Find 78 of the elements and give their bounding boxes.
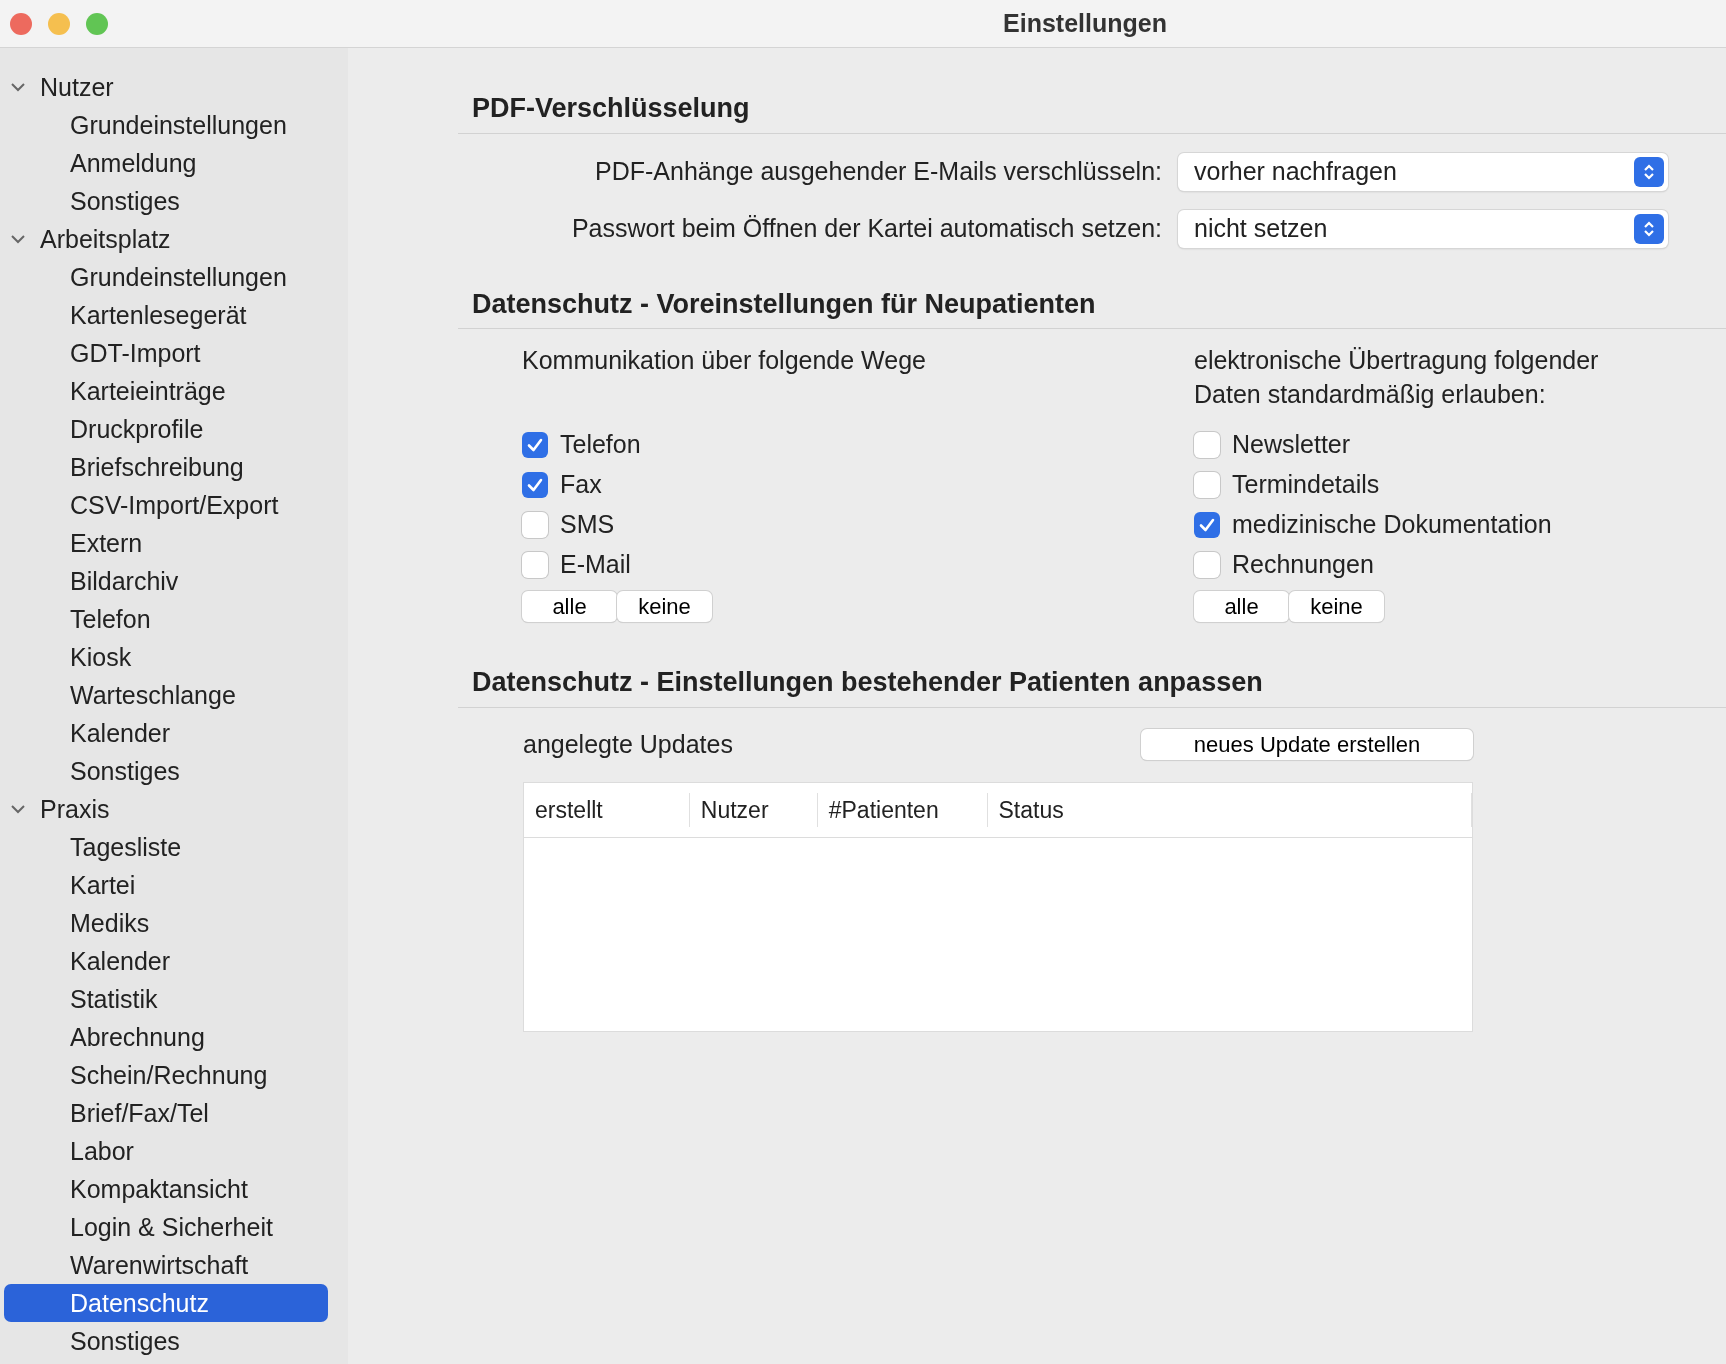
window-title: Einstellungen bbox=[1003, 8, 1167, 37]
checkbox[interactable] bbox=[522, 472, 548, 498]
section-heading: Datenschutz - Voreinstellungen für Neupatienten bbox=[458, 283, 1726, 329]
dropdown[interactable]: nicht setzen bbox=[1178, 210, 1668, 248]
sidebar-item[interactable]: Labor bbox=[4, 1132, 328, 1170]
sidebar-item[interactable]: Abrechnung bbox=[4, 1018, 328, 1056]
sidebar-item[interactable]: Extern bbox=[4, 524, 328, 562]
checkbox-label: Termindetails bbox=[1232, 469, 1380, 501]
push-button[interactable]: alle bbox=[1194, 591, 1289, 622]
field-label: PDF-Anhänge ausgehender E-Mails verschlüsseln: bbox=[594, 156, 1163, 188]
column-heading: Kommunikation über folgende Wege bbox=[522, 345, 927, 376]
sidebar-item[interactable]: Brief/Fax/Tel bbox=[4, 1094, 328, 1132]
sidebar-item[interactable]: Grundeinstellungen bbox=[4, 258, 328, 296]
checkbox-label: medizinische Dokumentation bbox=[1232, 509, 1552, 541]
sidebar-item[interactable]: Sonstiges bbox=[4, 752, 328, 790]
sidebar-item[interactable]: Anmeldung bbox=[4, 144, 328, 182]
sidebar-item[interactable]: Kartei bbox=[4, 866, 328, 904]
sidebar-item[interactable]: CSV-Import/Export bbox=[4, 486, 328, 524]
checkbox[interactable] bbox=[522, 432, 548, 458]
stepper-icon bbox=[1634, 214, 1664, 244]
sidebar-item[interactable]: Kalender bbox=[4, 942, 328, 980]
sidebar-item[interactable]: Tagesliste bbox=[4, 828, 328, 866]
push-button[interactable]: alle bbox=[522, 591, 617, 622]
checkmark-icon bbox=[1198, 516, 1216, 534]
sidebar-item[interactable]: Warenwirtschaft bbox=[4, 1246, 328, 1284]
checkbox[interactable] bbox=[522, 512, 548, 538]
sidebar-item[interactable]: Karteieinträge bbox=[4, 372, 328, 410]
column-header[interactable]: #Patienten bbox=[817, 792, 988, 827]
push-button[interactable]: keine bbox=[1289, 591, 1384, 622]
sidebar-item[interactable]: Sonstiges bbox=[4, 1322, 328, 1360]
field-label: Passwort beim Öffnen der Kartei automatisch setzen: bbox=[570, 213, 1163, 245]
sidebar-item[interactable]: Briefschreibung bbox=[4, 448, 328, 486]
sidebar-item[interactable]: Statistik bbox=[4, 980, 328, 1018]
sidebar-item[interactable]: Datenschutz bbox=[4, 1284, 328, 1322]
sidebar-item[interactable]: Grundeinstellungen bbox=[4, 106, 328, 144]
sidebar-item[interactable]: Login & Sicherheit bbox=[4, 1208, 328, 1246]
checkbox[interactable] bbox=[1194, 512, 1220, 538]
sidebar-group[interactable]: Arbeitsplatz bbox=[40, 220, 171, 258]
section-heading: Datenschutz - Einstellungen bestehender Patienten anpassen bbox=[458, 662, 1726, 708]
sidebar-item[interactable]: Kartenlesegerät bbox=[4, 296, 328, 334]
push-button[interactable]: neues Update erstellen bbox=[1141, 729, 1473, 760]
sidebar-item[interactable]: GDT-Import bbox=[4, 334, 328, 372]
sidebar-group[interactable]: Praxis bbox=[40, 790, 110, 828]
sidebar-item[interactable]: Telefon bbox=[4, 600, 328, 638]
sidebar-item[interactable]: Kompaktansicht bbox=[4, 1170, 328, 1208]
sidebar-item[interactable]: Kalender bbox=[4, 714, 328, 752]
sidebar-item[interactable]: Mediks bbox=[4, 904, 328, 942]
sidebar-item[interactable]: Bildarchiv bbox=[4, 562, 328, 600]
checkbox-label: Telefon bbox=[560, 429, 641, 461]
checkbox[interactable] bbox=[522, 552, 548, 578]
checkbox[interactable] bbox=[1194, 432, 1220, 458]
zoom-button[interactable] bbox=[86, 13, 108, 35]
sidebar-item[interactable]: Druckprofile bbox=[4, 410, 328, 448]
section-heading: PDF-Verschlüsselung bbox=[458, 88, 1726, 134]
checkbox-label: SMS bbox=[560, 509, 615, 541]
sidebar-item[interactable]: Sonstiges bbox=[4, 182, 328, 220]
dropdown[interactable]: vorher nachfragen bbox=[1178, 153, 1668, 191]
close-button[interactable] bbox=[10, 13, 32, 35]
sidebar-group[interactable]: Nutzer bbox=[40, 68, 114, 106]
sidebar-item[interactable]: Warteschlange bbox=[4, 676, 328, 714]
column-heading: elektronische Übertragung folgender Daten standardmäßig erlauben: bbox=[1194, 345, 1600, 410]
minimize-button[interactable] bbox=[48, 13, 70, 35]
checkmark-icon bbox=[526, 436, 544, 454]
stepper-icon bbox=[1634, 157, 1664, 187]
push-button[interactable]: keine bbox=[617, 591, 712, 622]
checkmark-icon bbox=[526, 476, 544, 494]
list-label: angelegte Updates bbox=[523, 728, 733, 760]
sidebar-item[interactable]: Schein/Rechnung bbox=[4, 1056, 328, 1094]
checkbox-label: Newsletter bbox=[1232, 429, 1351, 461]
checkbox[interactable] bbox=[1194, 472, 1220, 498]
checkbox-label: E-Mail bbox=[560, 549, 631, 581]
checkbox[interactable] bbox=[1194, 552, 1220, 578]
column-header[interactable]: Status bbox=[987, 792, 1472, 827]
checkbox-label: Fax bbox=[560, 469, 602, 501]
column-header[interactable]: Nutzer bbox=[689, 792, 818, 827]
checkbox-label: Rechnungen bbox=[1232, 549, 1374, 581]
sidebar-item[interactable]: Kiosk bbox=[4, 638, 328, 676]
column-header[interactable]: erstellt bbox=[524, 792, 690, 827]
